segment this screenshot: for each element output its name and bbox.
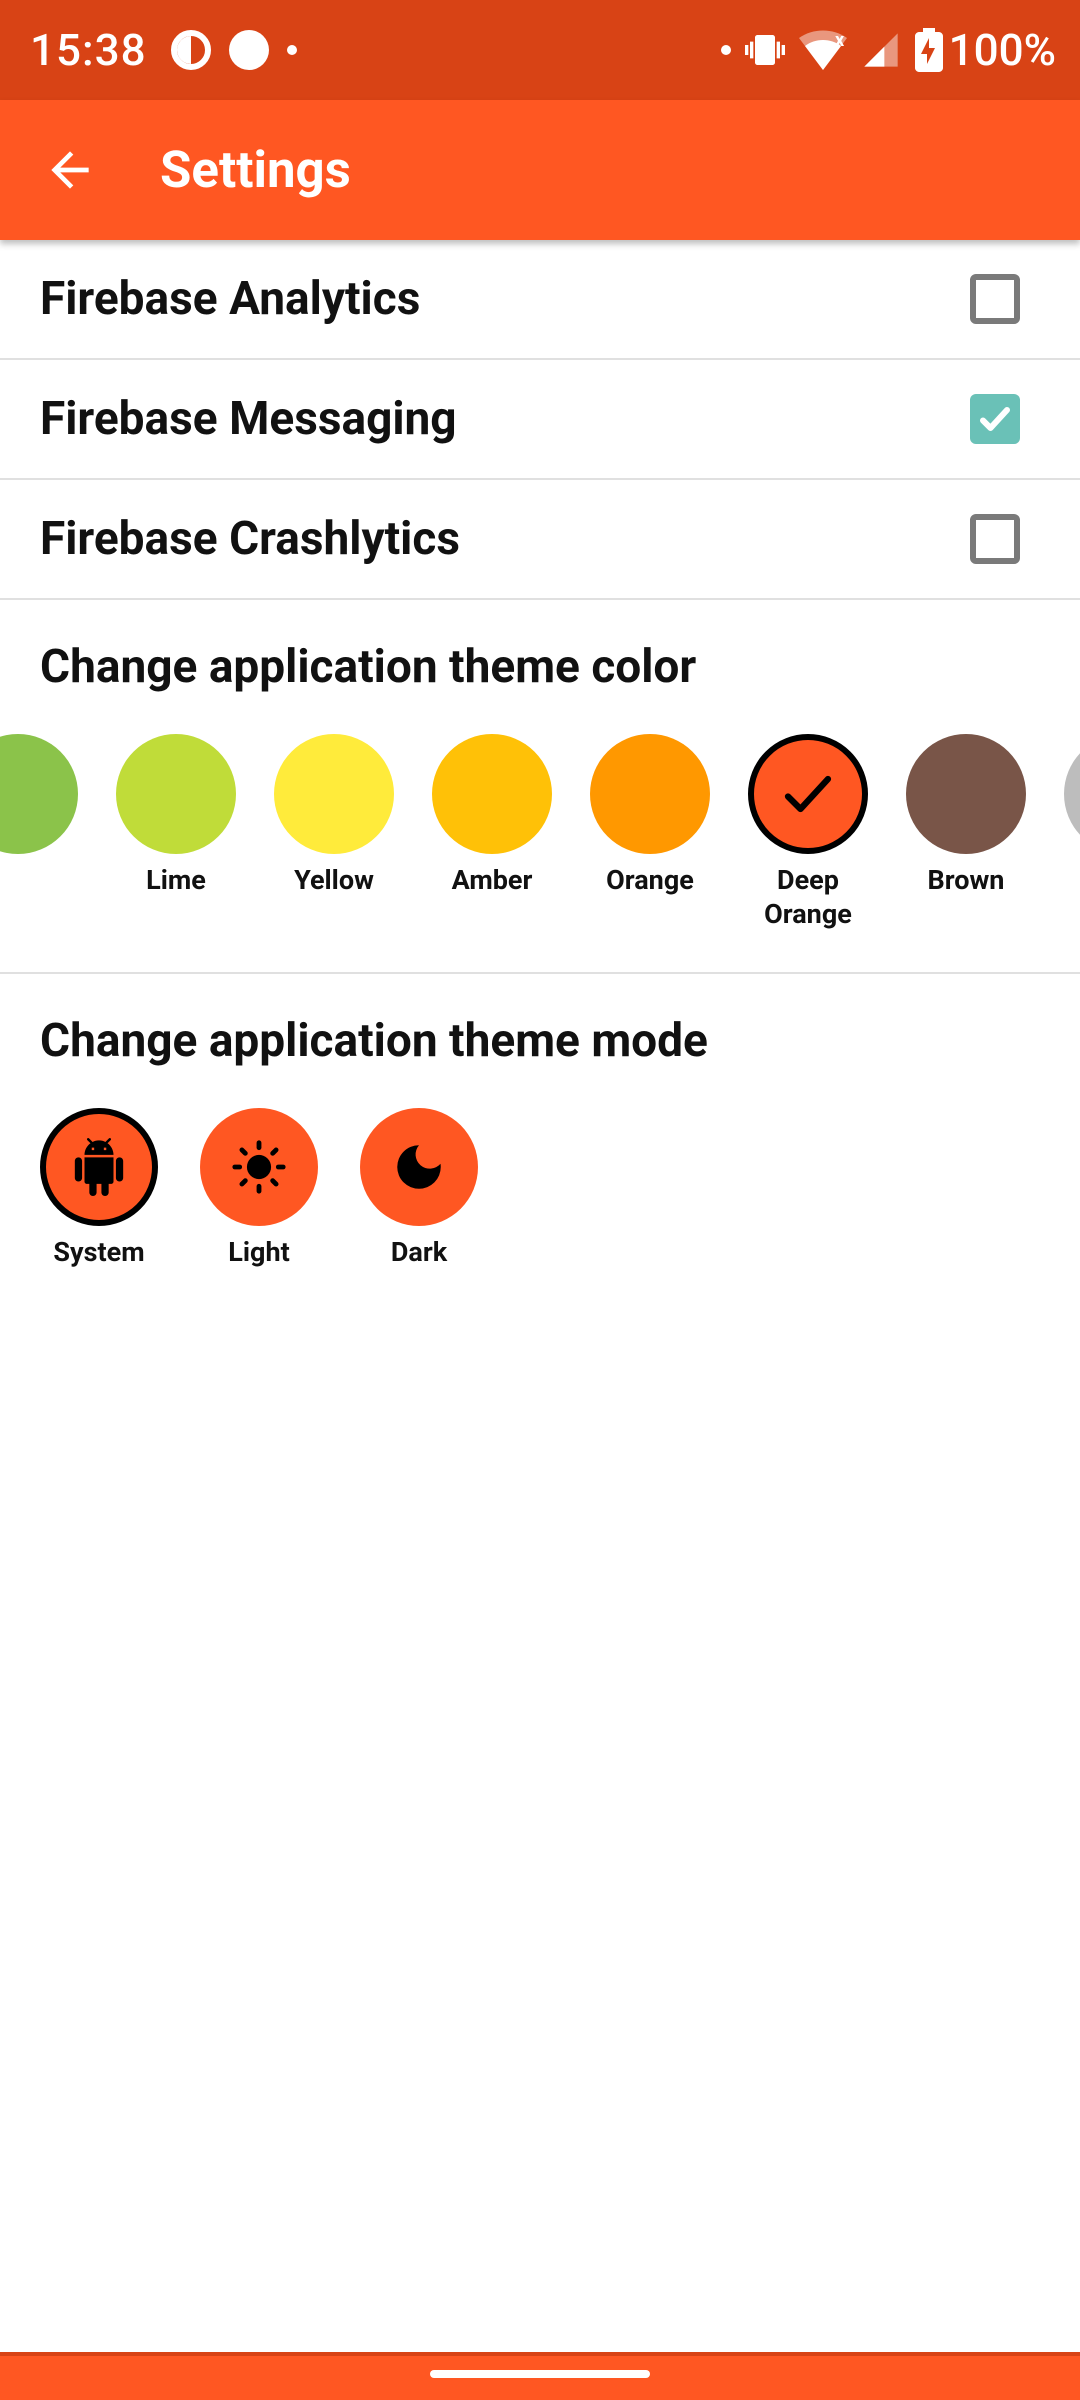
color-label: Brown — [928, 864, 1005, 898]
section-theme-mode-title: Change application theme mode — [0, 974, 1080, 1078]
pref-label: Firebase Messaging — [40, 392, 457, 446]
vibrate-icon — [745, 30, 785, 70]
section-theme-color-title: Change application theme color — [0, 600, 1080, 704]
pref-row-firebase-analytics[interactable]: Firebase Analytics — [0, 240, 1080, 360]
color-label: Deep Orange — [748, 864, 868, 932]
mode-label: Dark — [391, 1236, 447, 1268]
theme-color-deep-orange[interactable]: Deep Orange — [748, 734, 868, 932]
theme-color-scroller[interactable]: Lime Yellow Amber Orange Deep Orange Brown Gr — [0, 704, 1080, 932]
color-label: Amber — [452, 864, 533, 898]
theme-mode-system[interactable]: System — [40, 1108, 158, 1268]
back-button[interactable] — [10, 110, 130, 230]
theme-color-orange[interactable]: Orange — [590, 734, 710, 932]
theme-color-peek-green[interactable] — [0, 734, 78, 932]
color-swatch-icon — [274, 734, 394, 854]
color-swatch-icon — [432, 734, 552, 854]
theme-color-yellow[interactable]: Yellow — [274, 734, 394, 932]
battery-icon — [915, 28, 943, 72]
color-swatch-icon — [590, 734, 710, 854]
status-bar-right: x 100% — [721, 24, 1056, 76]
status-bar-left: 15:38 — [30, 24, 297, 76]
arrow-back-icon — [42, 142, 98, 198]
pref-label: Firebase Analytics — [40, 272, 420, 326]
status-dot-icon — [721, 45, 731, 55]
system-bottom-bar — [0, 2352, 1080, 2400]
wifi-icon: x — [799, 30, 847, 70]
status-notif-dot-icon — [229, 30, 269, 70]
theme-mode-dark[interactable]: Dark — [360, 1108, 478, 1268]
battery-text: 100% — [949, 24, 1056, 76]
theme-color-grey-peek[interactable]: Gr — [1064, 734, 1080, 932]
android-icon — [40, 1108, 158, 1226]
color-label: Orange — [606, 864, 694, 898]
color-swatch-icon — [1064, 734, 1080, 854]
moon-icon — [360, 1108, 478, 1226]
pref-row-firebase-crashlytics[interactable]: Firebase Crashlytics — [0, 480, 1080, 600]
settings-content: Firebase Analytics Firebase Messaging Fire… — [0, 240, 1080, 1268]
checkbox[interactable] — [970, 274, 1020, 324]
color-label: Lime — [146, 864, 206, 898]
section-theme-color: Change application theme color Lime Yello… — [0, 600, 1080, 974]
mode-label: System — [53, 1236, 144, 1268]
theme-mode-row: System Light Dark — [0, 1078, 1080, 1268]
checkbox[interactable] — [970, 514, 1020, 564]
page-title: Settings — [160, 141, 351, 200]
color-label: Yellow — [294, 864, 374, 898]
pref-label: Firebase Crashlytics — [40, 512, 460, 566]
pref-row-firebase-messaging[interactable]: Firebase Messaging — [0, 360, 1080, 480]
color-swatch-icon — [116, 734, 236, 854]
mode-label: Light — [228, 1236, 289, 1268]
status-notif-icon — [171, 30, 211, 70]
status-bar: 15:38 x 100% — [0, 0, 1080, 100]
color-swatch-icon — [906, 734, 1026, 854]
gesture-handle-icon — [430, 2370, 650, 2378]
theme-mode-light[interactable]: Light — [200, 1108, 318, 1268]
color-swatch-icon — [748, 734, 868, 854]
app-bar: Settings — [0, 100, 1080, 240]
status-more-notif-icon — [287, 45, 297, 55]
theme-color-brown[interactable]: Brown — [906, 734, 1026, 932]
status-clock: 15:38 — [30, 24, 147, 76]
color-swatch-icon — [0, 734, 78, 854]
section-theme-mode: Change application theme mode System Ligh… — [0, 974, 1080, 1268]
svg-text:x: x — [835, 30, 845, 51]
theme-color-amber[interactable]: Amber — [432, 734, 552, 932]
cell-signal-icon — [861, 30, 901, 70]
theme-color-lime[interactable]: Lime — [116, 734, 236, 932]
battery-status: 100% — [915, 24, 1056, 76]
checkbox[interactable] — [970, 394, 1020, 444]
sun-icon — [200, 1108, 318, 1226]
